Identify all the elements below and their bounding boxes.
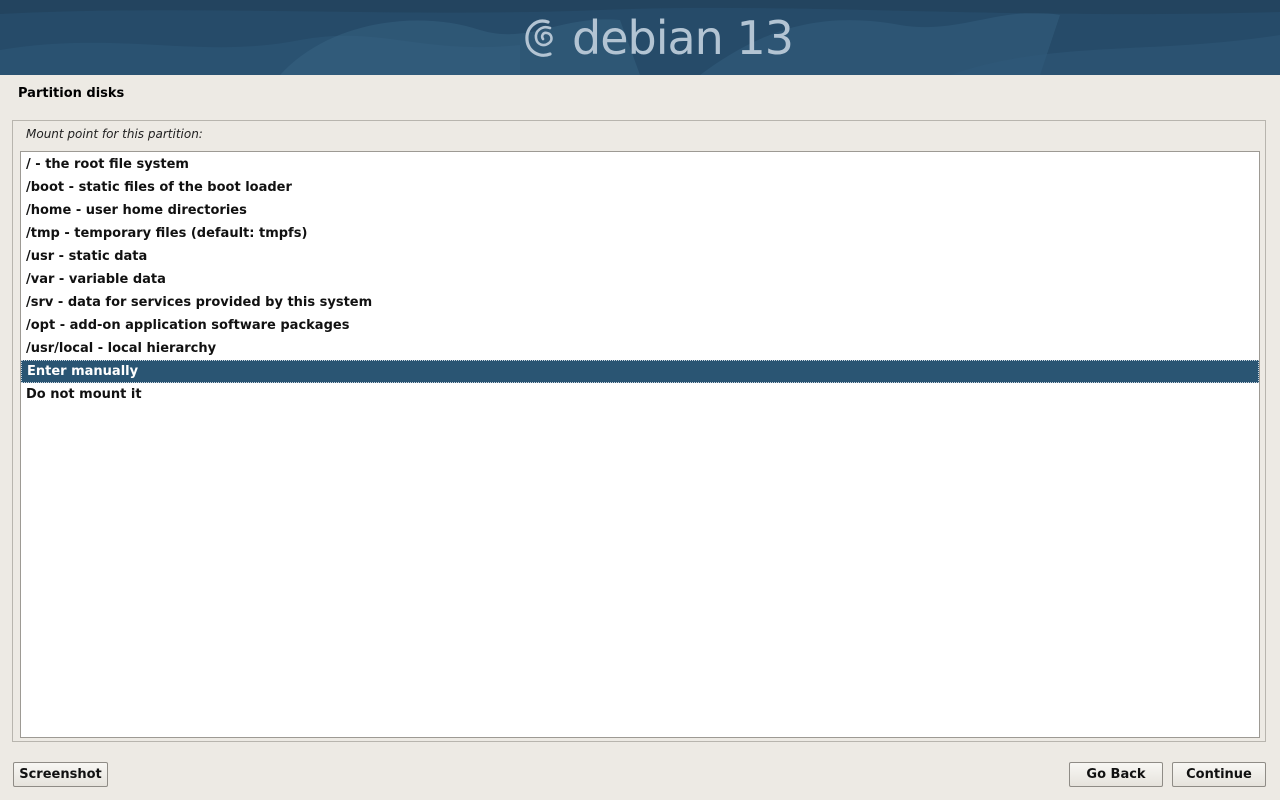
question-label: Mount point for this partition: [26,127,203,141]
logo-text: debian 13 [572,11,794,65]
list-item[interactable]: /opt - add-on application software packa… [21,314,1259,337]
header-banner: debian 13 [0,0,1280,75]
list-item[interactable]: /tmp - temporary files (default: tmpfs) [21,222,1259,245]
screenshot-button[interactable]: Screenshot [13,762,108,787]
go-back-button[interactable]: Go Back [1069,762,1163,787]
question-panel: Mount point for this partition: / - the … [12,120,1266,742]
list-item[interactable]: Do not mount it [21,383,1259,406]
continue-button[interactable]: Continue [1172,762,1266,787]
debian-swirl-icon [525,19,553,57]
list-item[interactable]: /usr/local - local hierarchy [21,337,1259,360]
list-item[interactable]: / - the root file system [21,153,1259,176]
list-item[interactable]: Enter manually [21,360,1259,383]
list-item[interactable]: /boot - static files of the boot loader [21,176,1259,199]
page-title: Partition disks [18,86,125,101]
list-item[interactable]: /usr - static data [21,245,1259,268]
list-item[interactable]: /home - user home directories [21,199,1259,222]
list-item[interactable]: /var - variable data [21,268,1259,291]
mount-point-list[interactable]: / - the root file system/boot - static f… [20,151,1260,738]
debian-logo: debian 13 [522,10,794,66]
list-item[interactable]: /srv - data for services provided by thi… [21,291,1259,314]
